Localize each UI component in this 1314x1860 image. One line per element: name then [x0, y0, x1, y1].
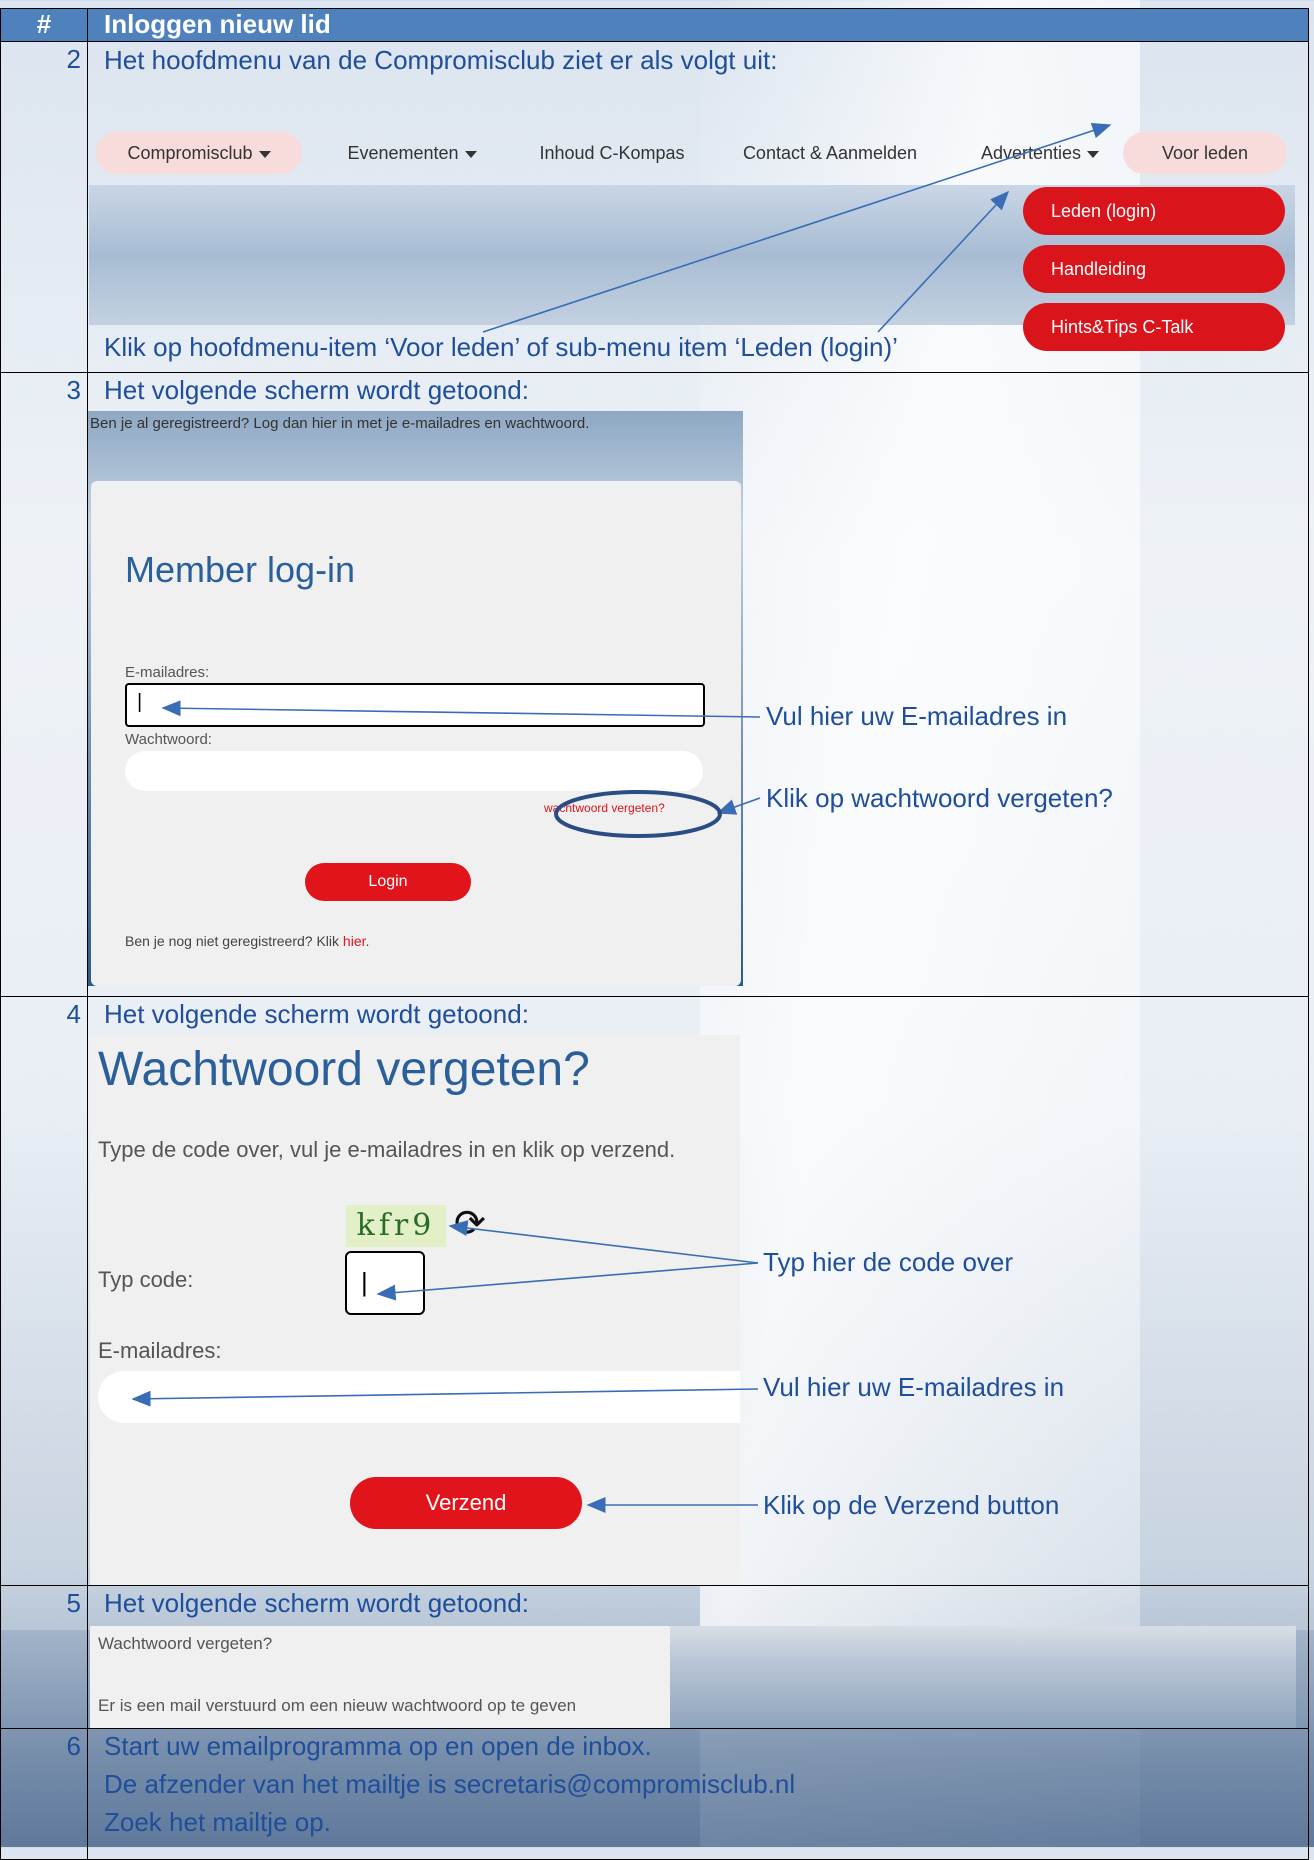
- step-row-5: 5 Het volgende scherm wordt getoond: Wac…: [0, 1585, 1309, 1729]
- step-row-6: 6 Start uw emailprogramma op en open de …: [0, 1728, 1309, 1860]
- step-line-3: Zoek het mailtje op.: [104, 1807, 331, 1837]
- step-intro: Het hoofdmenu van de Compromisclub ziet …: [104, 45, 778, 75]
- submenu-handleiding[interactable]: Handleiding: [1023, 245, 1285, 293]
- step-instruction: Klik op hoofdmenu-item ‘Voor leden’ of s…: [104, 332, 898, 362]
- confirmation-title: Wachtwoord vergeten?: [98, 1634, 273, 1653]
- confirmation-message: Er is een mail verstuurd om een nieuw wa…: [98, 1696, 577, 1715]
- menu-item-compromisclub[interactable]: Compromisclub: [96, 132, 302, 174]
- step-line-2: De afzender van het mailtje is secretari…: [104, 1769, 796, 1799]
- step-line-1: Start uw emailprogramma op en open de in…: [104, 1731, 652, 1761]
- chevron-down-icon: [258, 150, 271, 158]
- email-field[interactable]: [98, 1371, 740, 1423]
- step-intro: Het volgende scherm wordt getoond:: [104, 1588, 529, 1618]
- instruction-table: # Inloggen nieuw lid 2 Het hoofdmenu van…: [0, 8, 1309, 1860]
- callout-send: Klik op de Verzend button: [763, 1490, 1060, 1520]
- login-button[interactable]: Login: [305, 863, 471, 901]
- send-button[interactable]: Verzend: [350, 1477, 582, 1529]
- login-title: Member log-in: [125, 549, 356, 590]
- step-content: Start uw emailprogramma op en open de in…: [87, 1728, 1309, 1860]
- step-content: Het volgende scherm wordt getoond: Ben j…: [87, 372, 1309, 997]
- step-number: 6: [0, 1728, 88, 1860]
- callout-forgot: Klik op wachtwoord vergeten?: [766, 783, 1113, 813]
- step-content: Het volgende scherm wordt getoond: Wacht…: [87, 996, 1309, 1586]
- password-label: Wachtwoord:: [125, 731, 212, 748]
- email-label: E-mailadres:: [125, 664, 210, 681]
- lake-image: [670, 1626, 1296, 1728]
- menu-item-advertenties[interactable]: Advertenties: [960, 132, 1120, 174]
- forgot-password-link[interactable]: wachtwoord vergeten?: [544, 801, 665, 815]
- password-field[interactable]: [125, 751, 703, 791]
- menu-item-voor-leden[interactable]: Voor leden: [1123, 132, 1287, 174]
- step-intro: Het volgende scherm wordt getoond:: [104, 999, 529, 1029]
- callout-email: Vul hier uw E-mailadres in: [763, 1372, 1065, 1402]
- submenu-leden-login[interactable]: Leden (login): [1023, 187, 1285, 235]
- header-num: #: [0, 8, 88, 42]
- text-cursor: |: [361, 1267, 368, 1297]
- table-header: # Inloggen nieuw lid: [0, 8, 1309, 42]
- menu-item-inhoud[interactable]: Inhoud C-Kompas: [522, 132, 702, 174]
- code-field[interactable]: |: [345, 1251, 425, 1315]
- submenu-hints-tips[interactable]: Hints&Tips C-Talk: [1023, 303, 1285, 351]
- step-row-3: 3 Het volgende scherm wordt getoond: Ben…: [0, 372, 1309, 997]
- step-content: Het volgende scherm wordt getoond: Wacht…: [87, 1585, 1309, 1729]
- forgot-title: Wachtwoord vergeten?: [98, 1043, 590, 1096]
- text-cursor: |: [137, 691, 143, 713]
- header-title: Inloggen nieuw lid: [87, 8, 1309, 42]
- step-number: 5: [0, 1585, 88, 1729]
- step-number: 2: [0, 41, 88, 373]
- step-intro: Het volgende scherm wordt getoond:: [104, 375, 529, 405]
- step-number: 3: [0, 372, 88, 997]
- forgot-description: Type de code over, vul je e-mailadres in…: [98, 1137, 676, 1162]
- menu-item-contact[interactable]: Contact & Aanmelden: [720, 132, 940, 174]
- email-field[interactable]: |: [125, 683, 705, 727]
- menu-item-evenementen[interactable]: Evenementen: [312, 132, 512, 174]
- step-row-2: 2 Het hoofdmenu van de Compromisclub zie…: [0, 41, 1309, 373]
- callout-email: Vul hier uw E-mailadres in: [766, 701, 1068, 731]
- email-label: E-mailadres:: [98, 1338, 222, 1363]
- refresh-icon[interactable]: ⟳: [454, 1201, 486, 1246]
- chevron-down-icon: [1087, 150, 1100, 158]
- captcha-image: kfr9: [346, 1205, 446, 1247]
- step-row-4: 4 Het volgende scherm wordt getoond: Wac…: [0, 996, 1309, 1586]
- callout-code: Typ hier de code over: [763, 1247, 1014, 1277]
- main-menu: Compromisclub Evenementen Inhoud C-Kompa…: [90, 132, 1290, 176]
- chevron-down-icon: [464, 150, 477, 158]
- login-panel: Member log-in E-mailadres: | Wachtwoord:…: [91, 481, 741, 986]
- register-link[interactable]: hier: [343, 933, 366, 949]
- step-content: Het hoofdmenu van de Compromisclub ziet …: [87, 41, 1309, 373]
- code-label: Typ code:: [98, 1267, 194, 1292]
- login-top-text: Ben je al geregistreerd? Log dan hier in…: [90, 415, 590, 432]
- register-text: Ben je nog niet geregistreerd? Klik hier…: [125, 933, 370, 949]
- step-number: 4: [0, 996, 88, 1586]
